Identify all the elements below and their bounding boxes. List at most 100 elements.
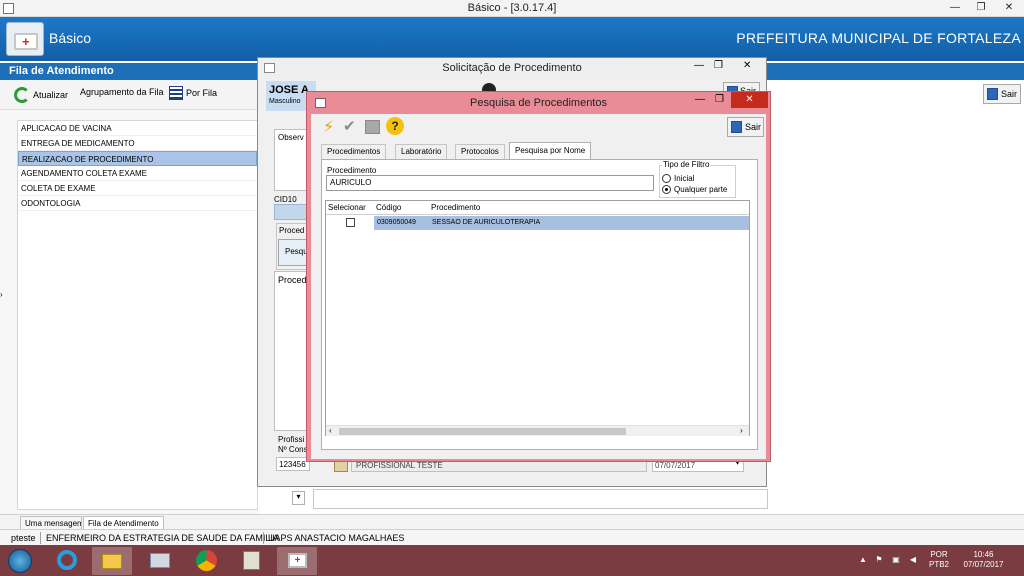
radio-dot	[662, 174, 671, 183]
check-box-icon[interactable]	[365, 120, 380, 134]
pesquisa-body: ⚡ ✔ ? Sair Procedimentos Laboratório Pro…	[311, 114, 766, 459]
tab-protocolos[interactable]: Protocolos	[455, 144, 505, 159]
divider	[263, 532, 264, 544]
close-button[interactable]: ✕	[996, 0, 1022, 17]
volume-icon[interactable]: ◀	[908, 555, 918, 565]
network-icon[interactable]: ▣	[891, 555, 901, 565]
tray-up-arrow-icon[interactable]: ▲	[858, 555, 868, 565]
keyboard-layout: PTB2	[928, 560, 949, 569]
building-app-icon[interactable]	[231, 547, 271, 575]
status-user: pteste	[11, 533, 36, 543]
scroll-left-icon[interactable]: ‹	[329, 426, 332, 435]
list-item-selected[interactable]: REALIZACAO DE PROCEDIMENTO	[18, 151, 257, 166]
atualizar-button[interactable]: Atualizar	[14, 87, 68, 103]
tab-laboratorio[interactable]: Laboratório	[395, 144, 448, 159]
minimize-button[interactable]: —	[942, 0, 968, 17]
app-header: + Básico PREFEITURA MUNICIPAL DE FORTALE…	[0, 17, 1024, 61]
tab-pesquisa-por-nome[interactable]: Pesquisa por Nome	[509, 142, 592, 160]
file-explorer-icon[interactable]	[92, 547, 132, 575]
procedimentos-label: Proced	[278, 275, 307, 285]
fila-list: APLICACAO DE VACINA ENTREGA DE MEDICAMEN…	[17, 120, 258, 510]
solicitacao-title: Solicitação de Procedimento	[442, 62, 582, 74]
list-item[interactable]: APLICACAO DE VACINA	[18, 121, 257, 136]
minimize-button[interactable]: —	[695, 94, 705, 105]
taskbar: +	[0, 545, 1024, 576]
right-panel	[765, 80, 1024, 514]
pesquisar-button[interactable]: Pesqu	[278, 239, 308, 266]
refresh-icon	[14, 87, 30, 103]
radio-qualquer-parte[interactable]: Qualquer parte	[662, 185, 727, 194]
row-highlight	[374, 216, 749, 230]
patient-sex: Masculino	[269, 98, 301, 105]
restore-button[interactable]: ❐	[968, 0, 994, 17]
clock[interactable]: 10:46 07/07/2017	[956, 550, 1011, 570]
medical-kit-icon: +	[6, 22, 44, 56]
por-fila-button[interactable]: Por Fila	[169, 86, 217, 100]
list-item[interactable]: COLETA DE EXAME	[18, 181, 257, 196]
pesquisa-titlebar: Pesquisa de Procedimentos — ❐ ✕	[307, 92, 770, 114]
help-icon[interactable]: ?	[386, 117, 404, 135]
profissional-code-field[interactable]: 123456	[276, 457, 310, 471]
clock-date: 07/07/2017	[963, 560, 1004, 569]
basico-app-icon[interactable]: +	[277, 547, 317, 575]
sair-button[interactable]: Sair	[983, 84, 1021, 104]
language-indicator[interactable]: POR PTB2	[928, 550, 950, 570]
minimize-button[interactable]: —	[694, 60, 704, 71]
close-button[interactable]: ✕	[743, 60, 751, 71]
restore-button[interactable]: ❐	[715, 94, 724, 105]
col-selecionar[interactable]: Selecionar	[328, 203, 366, 212]
organization-name: PREFEITURA MUNICIPAL DE FORTALEZA	[736, 30, 1021, 46]
list-item[interactable]: ENTREGA DE MEDICAMENTO	[18, 136, 257, 151]
profissional-label: Profissi	[278, 435, 305, 444]
left-collapse-handle[interactable]: ›	[0, 290, 5, 302]
radio-dot-selected	[662, 185, 671, 194]
right-panel-header	[765, 63, 1024, 80]
clock-time: 10:46	[973, 550, 994, 559]
network-drive-icon[interactable]	[140, 547, 180, 575]
bottom-field[interactable]	[313, 489, 768, 509]
table-row[interactable]: 0309050049 SESSAO DE AURICULOTERAPIA	[326, 216, 749, 230]
procedimentos-box: Proced	[274, 271, 310, 431]
flag-icon[interactable]: ⚑	[874, 555, 884, 565]
procedimento-label: Procedimento	[327, 166, 377, 175]
status-role: ENFERMEIRO DA ESTRATEGIA DE SAUDE DA FAM…	[46, 533, 279, 543]
col-procedimento[interactable]: Procedimento	[431, 203, 480, 212]
radio-inicial[interactable]: Inicial	[662, 174, 694, 183]
patient-name: JOSE A	[269, 84, 309, 96]
lightning-icon[interactable]: ⚡	[323, 117, 343, 137]
scrollbar-thumb[interactable]	[339, 428, 626, 435]
agrupamento-button[interactable]: Agrupamento da Fila	[80, 87, 164, 97]
list-icon	[169, 86, 183, 100]
checkmarks-icon[interactable]: ✔	[343, 117, 363, 137]
row-codigo: 0309050049	[377, 219, 416, 226]
col-codigo[interactable]: Código	[376, 203, 401, 212]
windows-orb-icon	[8, 549, 32, 573]
scroll-right-icon[interactable]: ›	[740, 426, 743, 435]
window-title: Básico - [3.0.17.4]	[467, 2, 557, 14]
procedimento-group-label: Proced	[279, 226, 305, 235]
tab-procedimentos[interactable]: Procedimentos	[321, 144, 387, 159]
list-item[interactable]: ODONTOLOGIA	[18, 196, 257, 211]
bottom-tabs: Uma mensagem Fila de Atendimento	[0, 514, 1024, 530]
chevron-down-icon[interactable]: ▾	[292, 491, 305, 505]
close-button[interactable]: ✕	[731, 92, 768, 108]
restore-button[interactable]: ❐	[714, 60, 723, 71]
grid-header: Selecionar Código Procedimento	[326, 201, 749, 215]
ie-icon[interactable]	[47, 547, 87, 575]
list-item[interactable]: AGENDAMENTO COLETA EXAME	[18, 166, 257, 181]
profissional-labels: Profissi Nº Cons	[278, 435, 308, 455]
sair-button[interactable]: Sair	[727, 117, 764, 137]
tab-strip: Procedimentos Laboratório Protocolos Pes…	[321, 142, 761, 160]
start-button[interactable]	[5, 547, 35, 575]
observacao-field[interactable]: Observ	[274, 129, 309, 191]
tab-mensagem[interactable]: Uma mensagem	[20, 516, 82, 530]
status-unit: UAPS ANASTACIO MAGALHAES	[268, 533, 405, 543]
tab-fila-atendimento[interactable]: Fila de Atendimento	[83, 516, 164, 530]
divider	[40, 532, 41, 544]
por-fila-label: Por Fila	[186, 88, 218, 98]
chrome-icon[interactable]	[186, 547, 226, 575]
procedimento-search-input[interactable]: AURICULO	[326, 175, 654, 191]
select-checkbox[interactable]	[346, 218, 355, 227]
horizontal-scrollbar[interactable]: ‹ ›	[326, 425, 749, 436]
agrupamento-label: Agrupamento da Fila	[80, 87, 164, 97]
